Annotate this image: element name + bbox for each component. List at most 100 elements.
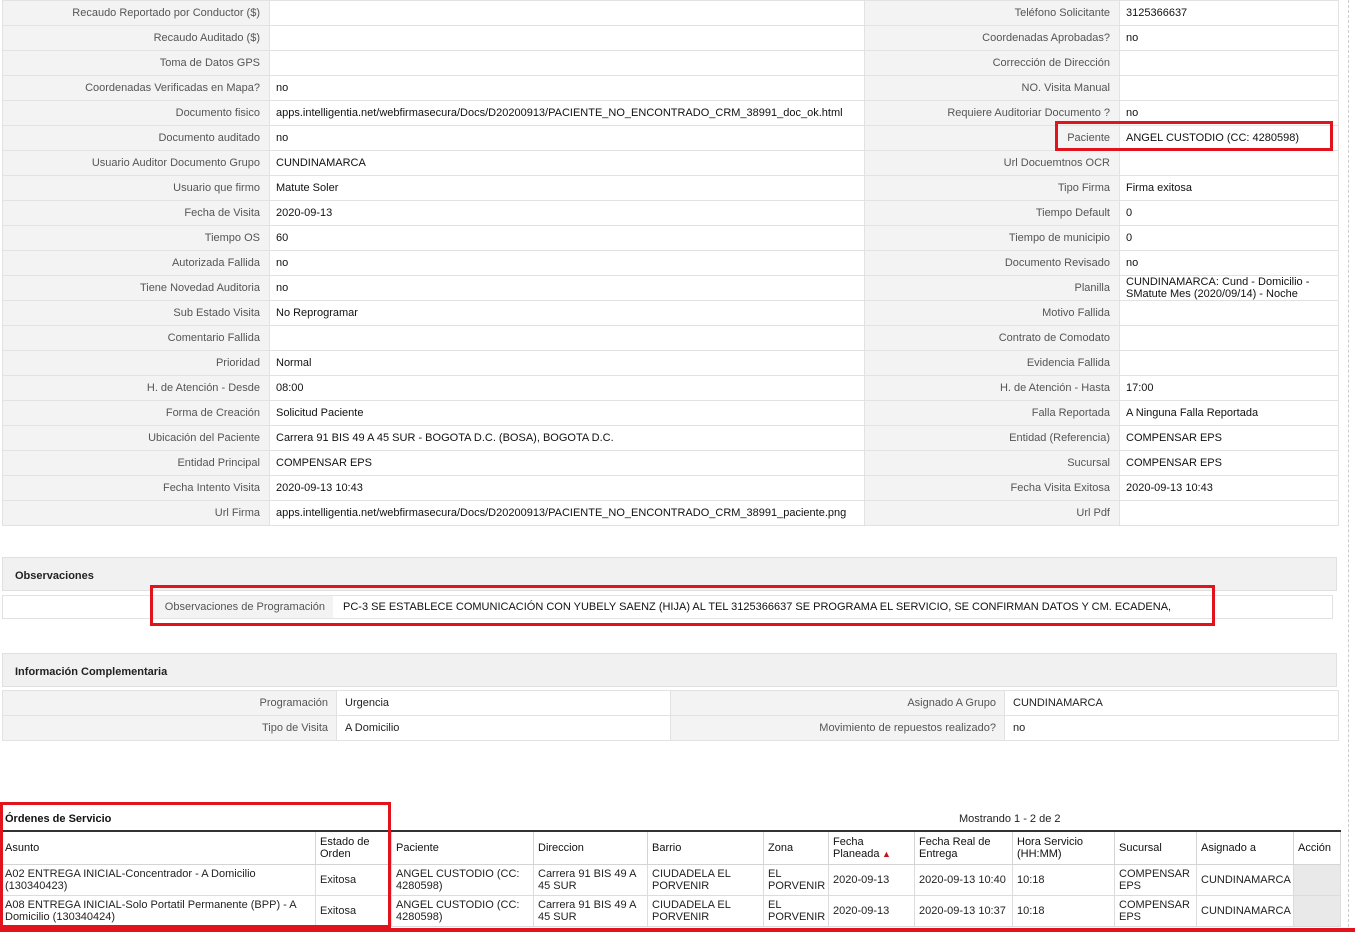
field-label: Requiere Auditoriar Documento ? [864, 100, 1120, 126]
observaciones-row: Observaciones de Programación PC-3 SE ES… [2, 595, 1333, 619]
field-label: Entidad (Referencia) [864, 425, 1120, 451]
field-value: no [1119, 100, 1339, 126]
field-value: ANGEL CUSTODIO (CC: 4280598) [1119, 125, 1339, 151]
table-cell: Exitosa [315, 864, 392, 896]
table-cell: CIUDADELA EL PORVENIR [647, 895, 764, 927]
detail-row: Sub Estado Visita No Reprogramar Motivo Fa… [2, 300, 1339, 326]
field-value: apps.intelligentia.net/webfirmasecura/Do… [269, 100, 865, 126]
detail-row: Url Firma apps.intelligentia.net/webfirma… [2, 500, 1339, 526]
table-cell: Carrera 91 BIS 49 A 45 SUR [533, 864, 648, 896]
visit-details-table: Recaudo Reportado por Conductor ($) Teléf… [2, 0, 1339, 526]
field-value: 17:00 [1119, 375, 1339, 401]
action-cell[interactable] [1293, 864, 1341, 896]
table-cell: EL PORVENIR [763, 895, 829, 927]
field-label: Asignado A Grupo [670, 690, 1005, 716]
field-value: 2020-09-13 10:43 [269, 475, 865, 501]
table-row[interactable]: A02 ENTREGA INICIAL-Concentrador - A Dom… [0, 864, 1341, 896]
field-value [1119, 500, 1339, 526]
table-cell: A02 ENTREGA INICIAL-Concentrador - A Dom… [0, 864, 316, 896]
field-label: Tiempo Default [864, 200, 1120, 226]
field-value: A Domicilio [336, 715, 671, 741]
field-label: Recaudo Reportado por Conductor ($) [2, 0, 270, 26]
field-value: no [269, 125, 865, 151]
field-value [1119, 325, 1339, 351]
detail-row: Usuario Auditor Documento Grupo CUNDINAMA… [2, 150, 1339, 176]
column-header[interactable]: Estado de Orden [315, 830, 392, 865]
detail-row: Recaudo Auditado ($) Coordenadas Aprobada… [2, 25, 1339, 51]
column-header-label: Hora Servicio (HH:MM) [1017, 836, 1084, 860]
table-row[interactable]: A08 ENTREGA INICIAL-Solo Portatil Perman… [0, 895, 1341, 927]
detail-row: Comentario Fallida Contrato de Comodato [2, 325, 1339, 351]
column-header[interactable]: Hora Servicio (HH:MM) [1012, 830, 1115, 865]
field-label: Comentario Fallida [2, 325, 270, 351]
table-cell: ANGEL CUSTODIO (CC: 4280598) [391, 864, 534, 896]
detail-row: Tiempo OS 60 Tiempo de municipio 0 [2, 225, 1339, 251]
column-header[interactable]: Barrio [647, 830, 764, 865]
column-header[interactable]: Direccion [533, 830, 648, 865]
field-value: 3125366637 [1119, 0, 1339, 26]
observaciones-label: Observaciones de Programación [153, 596, 333, 618]
table-cell: EL PORVENIR [763, 864, 829, 896]
field-value: no [1119, 25, 1339, 51]
table-cell: Exitosa [315, 895, 392, 927]
detail-row: Prioridad Normal Evidencia Fallida [2, 350, 1339, 376]
field-value: 60 [269, 225, 865, 251]
field-value [1119, 50, 1339, 76]
column-header[interactable]: Fecha Planeada ▲ [828, 830, 915, 865]
action-cell[interactable] [1293, 895, 1341, 927]
info-complementaria-header: Información Complementaria [2, 653, 1337, 687]
column-header-label: Barrio [652, 842, 682, 854]
field-label: Url Docuemtnos OCR [864, 150, 1120, 176]
field-value: Matute Soler [269, 175, 865, 201]
detail-row: Usuario que firmo Matute Soler Tipo Firma F… [2, 175, 1339, 201]
column-header[interactable]: Sucursal [1114, 830, 1197, 865]
column-header[interactable]: Fecha Real de Entrega [914, 830, 1013, 865]
field-label: Toma de Datos GPS [2, 50, 270, 76]
detail-row: Documento auditado no Paciente ANGEL CUSTOD… [2, 125, 1339, 151]
field-value: 08:00 [269, 375, 865, 401]
table-cell: ANGEL CUSTODIO (CC: 4280598) [391, 895, 534, 927]
field-value: Solicitud Paciente [269, 400, 865, 426]
column-header-label: Acción [1298, 842, 1332, 854]
field-value [1119, 300, 1339, 326]
column-header[interactable]: Paciente [391, 830, 534, 865]
field-value [1119, 150, 1339, 176]
column-header[interactable]: Asunto [0, 830, 316, 865]
sort-ascending-icon[interactable]: ▲ [880, 849, 891, 859]
field-label: Coordenadas Verificadas en Mapa? [2, 75, 270, 101]
detail-row: Recaudo Reportado por Conductor ($) Teléf… [2, 0, 1339, 26]
field-label: Ubicación del Paciente [2, 425, 270, 451]
field-value: CUNDINAMARCA [269, 150, 865, 176]
column-header[interactable]: Asignado a [1196, 830, 1294, 865]
table-cell: COMPENSAR EPS [1114, 895, 1197, 927]
field-label: Tipo de Visita [2, 715, 337, 741]
field-value: 2020-09-13 10:43 [1119, 475, 1339, 501]
field-value [269, 50, 865, 76]
field-label: Corrección de Dirección [864, 50, 1120, 76]
page-scrollbar[interactable] [1348, 0, 1355, 932]
field-label: Movimiento de repuestos realizado? [670, 715, 1005, 741]
field-label: Contrato de Comodato [864, 325, 1120, 351]
field-label: Usuario Auditor Documento Grupo [2, 150, 270, 176]
column-header-label: Asunto [5, 842, 40, 854]
field-label: Evidencia Fallida [864, 350, 1120, 376]
column-header-label: Estado de Orden [320, 836, 370, 860]
field-value: A Ninguna Falla Reportada [1119, 400, 1339, 426]
field-label: Sucursal [864, 450, 1120, 476]
field-value: COMPENSAR EPS [269, 450, 865, 476]
field-label: Planilla [864, 275, 1120, 301]
info-row: Programación Urgencia Asignado A Grupo CUND… [2, 690, 1339, 716]
field-label: Fecha de Visita [2, 200, 270, 226]
field-value: 0 [1119, 200, 1339, 226]
field-label: Forma de Creación [2, 400, 270, 426]
field-label: Documento Revisado [864, 250, 1120, 276]
column-header[interactable]: Zona [763, 830, 829, 865]
table-cell: CUNDINAMARCA [1196, 864, 1294, 896]
column-header[interactable]: Acción [1293, 830, 1341, 865]
field-value: no [269, 275, 865, 301]
field-value: CUNDINAMARCA [1004, 690, 1339, 716]
column-header-label: Paciente [396, 842, 439, 854]
field-label: Teléfono Solicitante [864, 0, 1120, 26]
field-label: Entidad Principal [2, 450, 270, 476]
column-header-label: Direccion [538, 842, 584, 854]
